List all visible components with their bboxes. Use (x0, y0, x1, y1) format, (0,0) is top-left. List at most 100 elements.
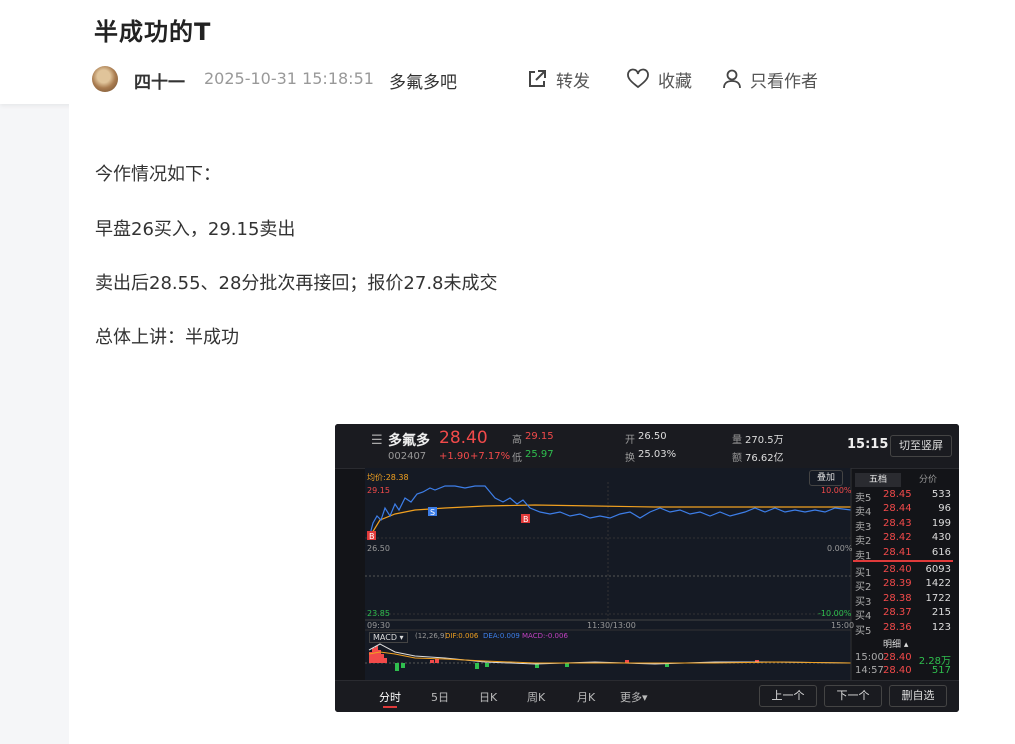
volume-value: 270.5万 (745, 435, 784, 446)
turnover-label: 换 (625, 453, 635, 464)
level-price: 28.37 (883, 607, 912, 619)
level-label: 卖3 (855, 521, 872, 533)
heart-icon (627, 68, 649, 89)
only-author-button[interactable]: 只看作者 (722, 66, 818, 92)
level-label: 买4 (855, 611, 872, 623)
bar-name[interactable]: 多氟多吧 (389, 68, 457, 93)
order-book-row: 卖3 28.43 199 (853, 517, 953, 533)
level-price: 28.45 (883, 489, 912, 500)
pct-mid-label: 0.00% (827, 544, 853, 553)
pct-top-label: 10.00% (821, 486, 852, 495)
detail-text: 明细 (883, 640, 902, 650)
low-value: 25.97 (525, 449, 554, 460)
stock-screenshot[interactable]: ☰ 多氟多 002407 28.40 +1.90 +7.17% 高 29.15 … (335, 424, 959, 712)
order-book-row: 卖5 28.45 533 (853, 489, 953, 504)
time-start-label: 09:30 (367, 621, 391, 630)
open-value: 26.50 (638, 431, 667, 442)
user-icon (723, 69, 741, 89)
level-label: 买2 (855, 582, 872, 594)
buy-marker-label: B (369, 532, 375, 541)
tab-period[interactable]: 日K (479, 689, 497, 705)
stock-name: 多氟多 (388, 433, 430, 449)
stock-price: 28.40 (439, 428, 488, 448)
high-value: 29.15 (525, 431, 554, 442)
tab-period[interactable]: 月K (577, 689, 595, 705)
switch-portrait-button[interactable]: 切至竖屏 (890, 435, 952, 457)
level-qty: 96 (938, 503, 951, 515)
author-name[interactable]: 四十一 (134, 68, 185, 93)
order-book-row: 买1 28.40 6093 (853, 564, 953, 579)
level-qty: 199 (931, 517, 951, 529)
level-price: 28.40 (883, 564, 912, 575)
level-qty: 533 (931, 489, 951, 500)
remove-watchlist-button[interactable]: 删自选 (889, 685, 947, 707)
time-mid-label: 11:30/13:00 (587, 621, 636, 630)
avatar[interactable] (92, 66, 118, 92)
low-label: 低 (512, 453, 522, 464)
amount-label: 额 (732, 453, 742, 464)
tab-price-dist[interactable]: 分价 (905, 473, 951, 487)
clock: 15:15 (847, 437, 889, 452)
level-qty: 1422 (925, 578, 951, 590)
tick-price: 28.40 (883, 652, 912, 663)
order-book-row: 买3 28.38 1722 (853, 592, 953, 608)
stock-change-pct: +7.17% (470, 451, 511, 462)
level-price: 28.39 (883, 578, 912, 590)
level-qty: 1722 (925, 592, 951, 604)
share-button[interactable]: 转发 (526, 66, 590, 92)
level-price: 28.43 (883, 517, 912, 529)
dif-value: DIF:0.006 (445, 632, 479, 640)
paragraph: 卖出后28.55、28分批次再接回；报价27.8未成交 (95, 273, 498, 294)
menu-icon: ☰ (371, 433, 383, 448)
tab-period[interactable]: 周K (527, 689, 545, 705)
post-title: 半成功的T (94, 18, 212, 46)
level-label: 卖1 (855, 550, 872, 562)
favorite-label: 收藏 (658, 71, 692, 92)
macd-params: (12,26,9) (415, 632, 448, 640)
tab-active-indicator (383, 706, 397, 708)
overlay-button[interactable]: 叠加 (809, 470, 843, 486)
sell-marker-label: S (430, 508, 435, 517)
order-book-row: 卖1 28.41 616 (853, 546, 953, 562)
macd-selector[interactable]: MACD ▾ (369, 632, 408, 643)
detail-label[interactable]: 明细 ▴ (883, 637, 908, 650)
only-author-label: 只看作者 (750, 71, 818, 92)
tab-order-book[interactable]: 五档 (855, 473, 901, 487)
tick-row: 14:57 28.40 517 (853, 665, 953, 679)
dea-value: DEA:0.009 (483, 632, 520, 640)
high-label: 高 (512, 435, 522, 446)
paragraph: 早盘26买入，29.15卖出 (95, 219, 296, 240)
level-price: 28.44 (883, 503, 912, 515)
post-header: 半成功的T 四十一 2025-10-31 15:18:51 多氟多吧 转发 收藏… (0, 0, 1015, 104)
favorite-button[interactable]: 收藏 (626, 66, 692, 92)
tick-price: 28.40 (883, 665, 912, 676)
stock-code: 002407 (388, 451, 427, 462)
tab-period[interactable]: 5日 (431, 689, 449, 705)
order-book-row: 买5 28.36 123 (853, 621, 953, 637)
level-qty: 616 (931, 546, 951, 558)
level-qty: 6093 (925, 564, 951, 575)
axis-bottom-label: 23.85 (367, 609, 390, 618)
axis-top-label: 29.15 (367, 486, 390, 495)
open-label: 开 (625, 435, 635, 446)
share-icon (529, 70, 546, 87)
level-price: 28.38 (883, 592, 912, 604)
level-qty: 430 (931, 532, 951, 544)
tick-qty: 517 (931, 665, 951, 676)
tab-period[interactable]: 分时 (379, 689, 401, 705)
tab-period[interactable]: 更多▾ (620, 689, 648, 705)
amount-value: 76.62亿 (745, 453, 784, 464)
level-label: 买1 (855, 568, 872, 579)
volume-label: 量 (732, 435, 742, 446)
level-price: 28.41 (883, 546, 912, 558)
tick-row: 15:00 28.40 2.28万 (853, 652, 953, 667)
stock-header: ☰ 多氟多 002407 28.40 +1.90 +7.17% 高 29.15 … (335, 424, 959, 469)
prev-button[interactable]: 上一个 (759, 685, 817, 707)
post-time: 2025-10-31 15:18:51 (204, 69, 374, 88)
paragraph: 今作情况如下： (95, 164, 221, 185)
level-qty: 123 (931, 621, 951, 633)
next-button[interactable]: 下一个 (824, 685, 882, 707)
stock-change: +1.90 (439, 451, 470, 462)
order-book-row: 卖2 28.42 430 (853, 532, 953, 547)
share-label: 转发 (556, 71, 590, 92)
